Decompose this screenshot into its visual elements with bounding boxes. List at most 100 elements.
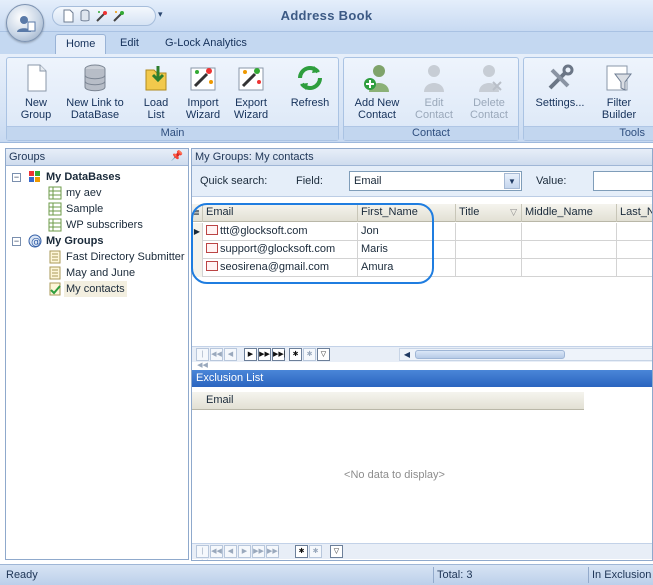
next-record-icon[interactable]: ▶ [238,545,251,558]
column-header-email[interactable]: Email [203,392,584,410]
table-icon [48,186,62,200]
column-header-email[interactable]: Email [203,204,358,222]
refresh-icon [294,62,326,94]
filter-builder-button[interactable]: Filter Builder [594,60,644,126]
tree-node-group-selected[interactable]: My contacts [6,281,188,297]
address-book-logo-icon [17,16,36,32]
column-header-first-name[interactable]: First_Name [358,204,456,222]
cell-last-name[interactable] [617,241,652,259]
table-icon [48,202,62,216]
insert-record-icon[interactable]: ✱ [289,348,302,361]
contacts-pane: My Groups: My contacts Quick search: Fie… [191,148,653,561]
delete-contact-button[interactable]: Delete Contact [464,60,514,126]
tab-home[interactable]: Home [55,34,107,54]
filter-icon[interactable]: ▽ [510,204,517,221]
cell-title[interactable] [456,259,522,277]
cell-email[interactable]: ttt@glocksoft.com [203,223,358,241]
email-icon [206,243,218,253]
value-input[interactable] [593,171,652,191]
last-page-icon[interactable]: ▶▶| [272,348,286,361]
value-label: Value: [536,175,567,187]
tree-node-database[interactable]: Sample [6,201,188,217]
quick-search-bar: Quick search: Field: Email ▼ Value: [192,166,652,197]
cell-title[interactable] [456,223,522,241]
tab-g-lock-analytics[interactable]: G-Lock Analytics [155,34,257,54]
groups-panel: Groups 📌 − My DataBases my aev Sample WP… [5,148,189,560]
insert-record-icon[interactable]: ✱ [295,545,308,558]
database-icon [79,62,111,94]
delete-record-icon[interactable]: ✱ [303,348,316,361]
groups-tree: − My DataBases my aev Sample WP subscrib… [6,166,188,297]
chevron-down-icon[interactable]: ▼ [504,173,520,189]
table-row[interactable]: support@glocksoft.com Maris [192,241,652,259]
cell-title[interactable] [456,241,522,259]
cell-last-name[interactable] [617,223,652,241]
field-select[interactable]: Email ▼ [349,171,522,191]
prev-record-icon[interactable]: ◀ [224,348,237,361]
status-total: Total: 3 [437,569,473,581]
next-record-icon[interactable]: ▶ [244,348,257,361]
cell-first-name[interactable]: Jon [358,223,456,241]
column-header-last-name[interactable]: Last_N [617,204,652,222]
table-row[interactable]: seosirena@gmail.com Amura [192,259,652,277]
cell-middle-name[interactable] [522,223,617,241]
tree-node-database[interactable]: WP subscribers [6,217,188,233]
databases-icon [28,170,42,184]
refresh-button[interactable]: Refresh [285,60,335,126]
next-page-icon[interactable]: ▶▶ [258,348,271,361]
pin-icon[interactable]: 📌 [171,149,183,165]
collapse-icon[interactable]: − [12,237,21,246]
table-row[interactable]: ▶ ttt@glocksoft.com Jon [192,223,652,241]
contacts-pane-header: My Groups: My contacts [192,149,652,166]
cell-middle-name[interactable] [522,241,617,259]
quick-search-label: Quick search: [200,175,268,187]
horizontal-scrollbar[interactable]: ◀ [399,348,652,361]
settings-button[interactable]: Settings... [530,60,590,126]
tree-node-my-databases[interactable]: − My DataBases [6,169,188,185]
new-group-button[interactable]: New Group [11,60,61,126]
column-header-title[interactable]: Title ▽ [456,204,522,222]
prev-page-icon[interactable]: ◀◀ [210,348,223,361]
tree-node-group[interactable]: Fast Directory Submitter [6,249,188,265]
column-header-middle-name[interactable]: Middle_Name [522,204,617,222]
last-page-icon[interactable]: ▶▶| [266,545,280,558]
tab-edit[interactable]: Edit [110,34,149,54]
first-page-icon[interactable]: |◀◀ [196,545,209,560]
load-list-button[interactable]: Load List [131,60,181,126]
filter-icon[interactable]: ▽ [330,545,343,558]
import-wizard-button[interactable]: Import Wizard [178,60,228,126]
current-row-indicator-icon: ▶ [192,223,203,241]
cell-email[interactable]: seosirena@gmail.com [203,259,358,277]
tree-node-my-groups[interactable]: − @ My Groups [6,233,188,249]
ribbon-tabs: Home Edit G-Lock Analytics [0,32,653,54]
next-page-icon[interactable]: ▶▶ [252,545,265,558]
cell-first-name[interactable]: Maris [358,241,456,259]
scrollbar-thumb[interactable] [415,350,565,359]
tree-node-group[interactable]: May and June [6,265,188,281]
cell-last-name[interactable] [617,259,652,277]
empty-grid-message: <No data to display> [344,469,445,481]
tree-node-database[interactable]: my aev [6,185,188,201]
settings-icon [544,62,576,94]
add-new-contact-button[interactable]: Add New Contact [352,60,402,126]
export-wizard-button[interactable]: Export Wizard [226,60,276,126]
contacts-grid-header: ≣ Email First_Name Title ▽ Middle_Name L… [192,204,652,222]
filter-icon[interactable]: ▽ [317,348,330,361]
application-menu-button[interactable] [6,4,44,42]
collapse-icon[interactable]: − [12,173,21,182]
table-icon [48,218,62,232]
cell-middle-name[interactable] [522,259,617,277]
prev-page-icon[interactable]: ◀◀ [210,545,223,558]
cell-first-name[interactable]: Amura [358,259,456,277]
new-link-to-database-button[interactable]: New Link to DataBase [61,60,129,126]
prev-record-icon[interactable]: ◀ [224,545,237,558]
edit-contact-button[interactable]: Edit Contact [409,60,459,126]
delete-record-icon[interactable]: ✱ [309,545,322,558]
status-ready: Ready [6,569,38,581]
delete-contact-icon [473,62,505,94]
first-page-icon[interactable]: |◀◀ [196,348,209,369]
cell-email[interactable]: support@glocksoft.com [203,241,358,259]
column-chooser-icon[interactable]: ≣ [192,204,203,222]
scroll-left-icon[interactable]: ◀ [401,349,413,360]
window-title: Address Book [280,8,373,23]
